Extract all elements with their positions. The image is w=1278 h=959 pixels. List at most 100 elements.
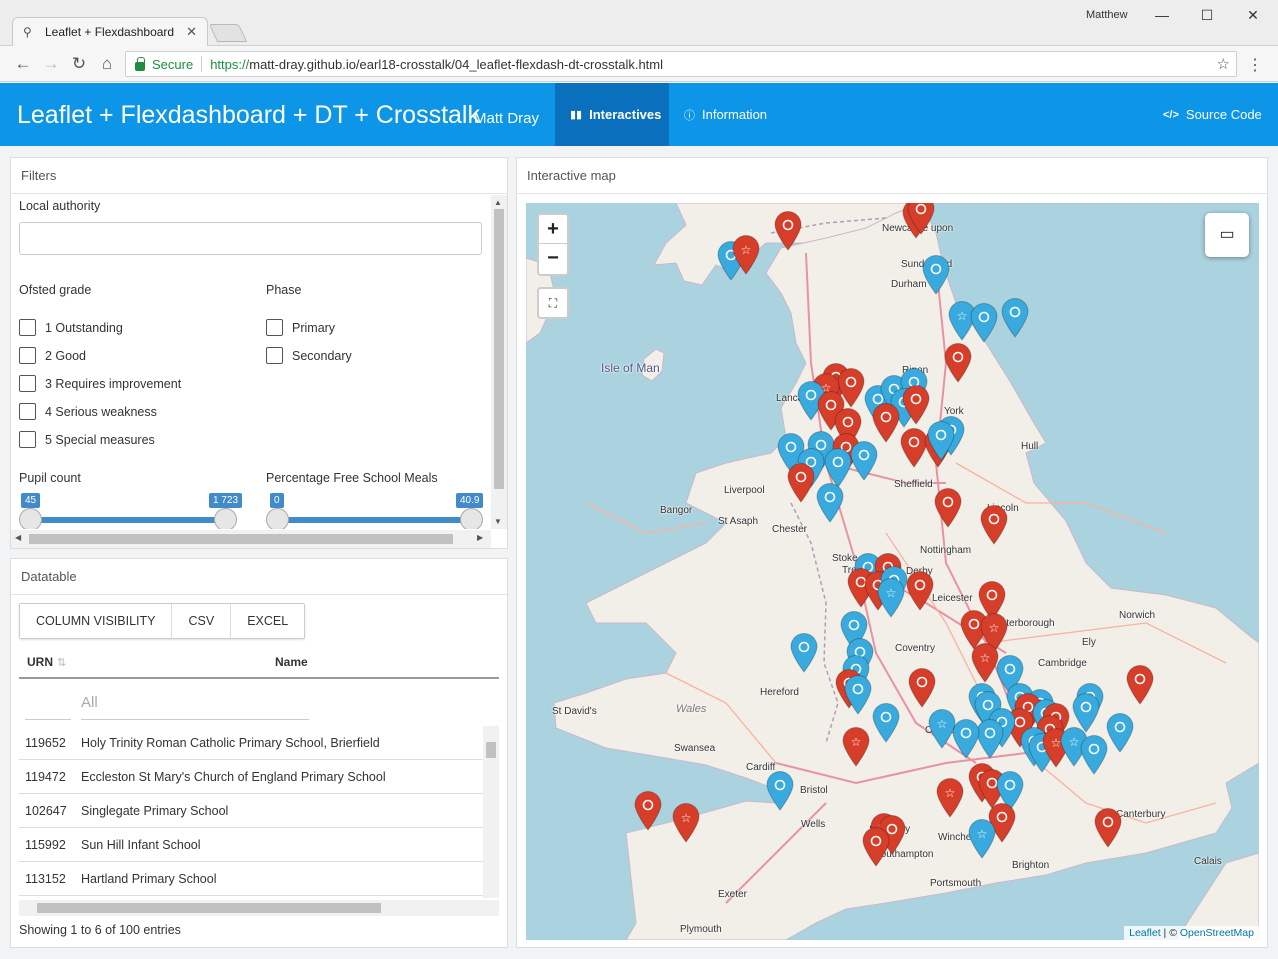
- school-marker[interactable]: [862, 827, 890, 867]
- pupil-count-min-handle[interactable]: [19, 508, 42, 529]
- filters-horizontal-scrollbar[interactable]: ◀ ▶: [11, 530, 491, 548]
- phase-option-primary[interactable]: Primary: [266, 319, 335, 336]
- table-row[interactable]: 115992 Sun Hill Infant School: [19, 828, 483, 862]
- school-marker[interactable]: ☆: [842, 727, 870, 767]
- checkbox[interactable]: [266, 347, 283, 364]
- school-marker[interactable]: ☆: [672, 803, 700, 843]
- school-marker[interactable]: [844, 675, 872, 715]
- school-marker[interactable]: ☆: [971, 643, 999, 683]
- close-tab-icon[interactable]: ✕: [186, 24, 197, 40]
- school-marker[interactable]: [1094, 808, 1122, 848]
- excel-button[interactable]: EXCEL: [231, 604, 305, 638]
- layer-control-button[interactable]: ▭: [1205, 213, 1249, 257]
- urn-filter-input[interactable]: [25, 719, 71, 720]
- school-marker[interactable]: [902, 385, 930, 425]
- school-marker[interactable]: [634, 791, 662, 831]
- scroll-up-icon[interactable]: ▲: [494, 198, 502, 207]
- school-marker[interactable]: [922, 255, 950, 295]
- reload-icon[interactable]: ↻: [69, 54, 89, 74]
- zoom-in-button[interactable]: +: [539, 215, 567, 244]
- zoom-out-button[interactable]: −: [539, 244, 567, 273]
- table-row[interactable]: 113152 Hartland Primary School: [19, 862, 483, 896]
- table-row[interactable]: 119472 Eccleston St Mary's Church of Engl…: [19, 760, 483, 794]
- checkbox[interactable]: [266, 319, 283, 336]
- ofsted-option-2[interactable]: 2 Good: [19, 347, 86, 364]
- school-marker[interactable]: [872, 703, 900, 743]
- table-row[interactable]: 119652 Holy Trinity Roman Catholic Primar…: [19, 726, 483, 760]
- scroll-thumb[interactable]: [29, 534, 453, 544]
- checkbox[interactable]: [19, 319, 36, 336]
- school-marker[interactable]: ☆: [936, 778, 964, 818]
- school-marker[interactable]: [906, 571, 934, 611]
- url-field[interactable]: Secure https:// matt-dray.github.io/earl…: [125, 51, 1237, 77]
- school-marker[interactable]: [952, 719, 980, 759]
- fullscreen-button[interactable]: ⛶: [537, 287, 569, 319]
- scroll-thumb[interactable]: [494, 209, 504, 489]
- checkbox[interactable]: [19, 347, 36, 364]
- pupil-count-max-handle[interactable]: [214, 508, 237, 529]
- scroll-thumb[interactable]: [486, 742, 496, 758]
- school-marker[interactable]: ☆: [928, 709, 956, 749]
- phase-option-secondary[interactable]: Secondary: [266, 347, 352, 364]
- ofsted-option-5[interactable]: 5 Special measures: [19, 431, 155, 448]
- browser-tab[interactable]: ⚲ Leaflet + Flexdashboard ✕: [12, 17, 208, 46]
- school-marker[interactable]: [980, 505, 1008, 545]
- checkbox[interactable]: [19, 403, 36, 420]
- school-marker[interactable]: [927, 421, 955, 461]
- school-marker[interactable]: ☆: [968, 819, 996, 859]
- school-marker[interactable]: [816, 483, 844, 523]
- table-row[interactable]: 102647 Singlegate Primary School: [19, 794, 483, 828]
- school-marker[interactable]: [1106, 713, 1134, 753]
- scroll-left-icon[interactable]: ◀: [15, 533, 21, 542]
- checkbox[interactable]: [19, 431, 36, 448]
- school-marker[interactable]: [824, 448, 852, 488]
- column-header-urn[interactable]: URN ⇅: [27, 655, 66, 669]
- filters-vertical-scrollbar[interactable]: ▲ ▼: [491, 195, 507, 529]
- local-authority-input[interactable]: [19, 222, 482, 255]
- school-marker[interactable]: [850, 441, 878, 481]
- school-marker[interactable]: [908, 668, 936, 708]
- scroll-right-icon[interactable]: ▶: [477, 533, 483, 542]
- school-marker[interactable]: [944, 343, 972, 383]
- minimize-icon[interactable]: —: [1147, 4, 1177, 26]
- scroll-down-icon[interactable]: ▼: [494, 517, 502, 526]
- source-code-link[interactable]: </> Source Code: [1148, 83, 1277, 146]
- school-marker[interactable]: [774, 211, 802, 251]
- name-filter-input[interactable]: All: [81, 694, 98, 711]
- leaflet-map[interactable]: Isle of ManWalesSunderlandDurhamRiponYor…: [526, 203, 1259, 940]
- openstreetmap-link[interactable]: OpenStreetMap: [1180, 927, 1254, 939]
- table-horizontal-scrollbar[interactable]: [19, 900, 499, 916]
- checkbox[interactable]: [19, 375, 36, 392]
- home-icon[interactable]: ⌂: [97, 54, 117, 74]
- school-marker[interactable]: [1001, 298, 1029, 338]
- pupil-count-slider[interactable]: [30, 517, 225, 523]
- bookmark-star-icon[interactable]: ☆: [1217, 55, 1230, 73]
- browser-menu-icon[interactable]: ⋮: [1247, 55, 1263, 75]
- school-marker[interactable]: [976, 719, 1004, 759]
- maximize-icon[interactable]: ☐: [1192, 4, 1222, 26]
- ofsted-option-1[interactable]: 1 Outstanding: [19, 319, 123, 336]
- csv-button[interactable]: CSV: [172, 604, 232, 638]
- ofsted-option-4[interactable]: 4 Serious weakness: [19, 403, 157, 420]
- school-marker[interactable]: [790, 633, 818, 673]
- table-vertical-scrollbar[interactable]: [483, 726, 499, 898]
- school-marker[interactable]: [1072, 693, 1100, 733]
- school-marker[interactable]: [1080, 735, 1108, 775]
- ofsted-option-3[interactable]: 3 Requires improvement: [19, 375, 181, 392]
- sort-icon[interactable]: ⇅: [57, 657, 66, 669]
- column-header-name[interactable]: Name: [275, 655, 308, 669]
- school-marker[interactable]: [766, 771, 794, 811]
- tab-interactives[interactable]: ▮▮ Interactives: [555, 83, 669, 146]
- school-marker[interactable]: [934, 488, 962, 528]
- school-marker[interactable]: [970, 303, 998, 343]
- school-marker[interactable]: [907, 203, 935, 235]
- new-tab-button[interactable]: [208, 24, 248, 42]
- back-icon[interactable]: ←: [13, 54, 33, 74]
- column-visibility-button[interactable]: COLUMN VISIBILITY: [20, 604, 173, 638]
- fsm-max-handle[interactable]: [460, 508, 483, 529]
- close-window-icon[interactable]: ✕: [1238, 4, 1268, 26]
- fsm-slider[interactable]: [277, 517, 471, 523]
- school-marker[interactable]: [787, 463, 815, 503]
- fsm-min-handle[interactable]: [266, 508, 289, 529]
- forward-icon[interactable]: →: [41, 54, 61, 74]
